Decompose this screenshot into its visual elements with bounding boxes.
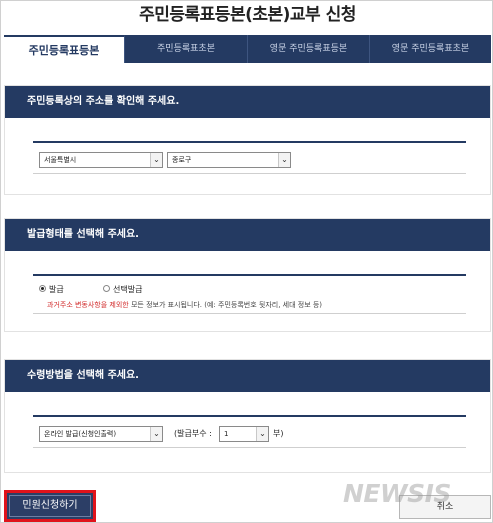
address-section-heading: 주민등록상의 주소를 확인해 주세요. — [5, 86, 490, 118]
tab-bar: 주민등록표등본 주민등록표초본 영문 주민등록표등본 영문 주민등록표초본 — [4, 35, 491, 63]
newsis-watermark: NEWSIS — [343, 479, 451, 508]
issue-type-radio-group: 발급 선택발급 — [39, 284, 142, 296]
copies-value: 1 — [224, 430, 229, 438]
radio-select-issue[interactable]: 선택발급 — [103, 284, 142, 295]
receive-method-section-heading: 수령방법을 선택해 주세요. — [5, 360, 490, 392]
city-select-value: 서울특별시 — [44, 156, 77, 164]
copies-unit-label: 부) — [273, 429, 284, 438]
district-select[interactable]: 종로구 ⌄ — [167, 152, 291, 168]
issue-type-options: 발급 선택발급 과거주소 변동사항을 제외한 모든 정보가 표시됩니다. (예:… — [33, 274, 466, 314]
copies-label: (발급부수 : — [174, 429, 212, 438]
tab-english-register-copy[interactable]: 영문 주민등록표등본 — [248, 35, 370, 63]
district-select-value: 종로구 — [172, 156, 192, 164]
apply-button-border — [9, 495, 91, 517]
city-select[interactable]: 서울특별시 ⌄ — [39, 152, 163, 168]
issue-notice-text: 모든 정보가 표시됩니다. (예: 주민등록번호 뒷자리, 세대 정보 등) — [128, 301, 323, 309]
issue-type-section: 발급형태를 선택해 주세요. 발급 선택발급 과거주소 변동사항을 제외한 모든… — [4, 218, 491, 332]
copies-select[interactable]: 1 ⌄ — [219, 426, 269, 442]
receive-method-value: 온라인 발급(신청인출력) — [44, 430, 117, 438]
issue-notice: 과거주소 변동사항을 제외한 모든 정보가 표시됩니다. (예: 주민등록번호 … — [47, 300, 322, 310]
page-title: 주민등록표등본(초본)교부 신청 — [139, 5, 356, 25]
tab-english-register-abstract[interactable]: 영문 주민등록표초본 — [370, 35, 491, 63]
receive-method-select[interactable]: 온라인 발급(신청인출력) ⌄ — [39, 426, 163, 442]
radio-unselected-icon — [103, 285, 110, 292]
radio-selected-icon — [39, 285, 46, 292]
issue-type-section-heading: 발급형태를 선택해 주세요. — [5, 219, 490, 251]
receive-method-row: 온라인 발급(신청인출력) ⌄ (발급부수 : 1 ⌄ 부) — [33, 415, 466, 448]
address-select-row: 서울특별시 ⌄ 종로구 ⌄ — [33, 141, 466, 174]
receive-method-section: 수령방법을 선택해 주세요. 온라인 발급(신청인출력) ⌄ (발급부수 : 1… — [4, 359, 491, 473]
radio-select-issue-label: 선택발급 — [113, 285, 143, 294]
chevron-down-icon: ⌄ — [150, 153, 162, 167]
tab-resident-register-abstract[interactable]: 주민등록표초본 — [125, 35, 248, 63]
apply-button[interactable]: 민원신청하기 — [4, 490, 96, 522]
radio-full-issue-label: 발급 — [49, 285, 64, 294]
chevron-down-icon: ⌄ — [256, 427, 268, 441]
issue-notice-highlight: 과거주소 변동사항을 제외한 — [47, 301, 129, 309]
chevron-down-icon: ⌄ — [278, 153, 290, 167]
chevron-down-icon: ⌄ — [150, 427, 162, 441]
tab-resident-register-copy[interactable]: 주민등록표등본 — [4, 35, 125, 63]
address-section: 주민등록상의 주소를 확인해 주세요. 서울특별시 ⌄ 종로구 ⌄ — [4, 85, 491, 195]
radio-full-issue[interactable]: 발급 — [39, 285, 64, 294]
